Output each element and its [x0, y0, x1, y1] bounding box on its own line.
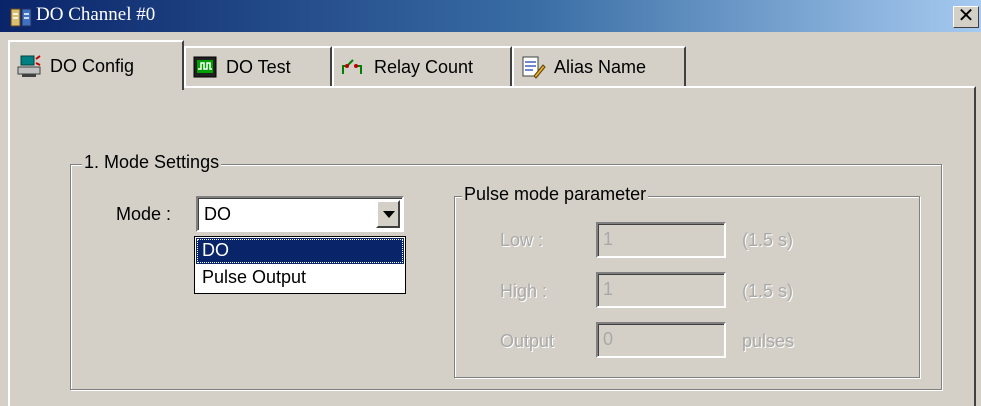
low-unit: (1.5 s)	[742, 230, 794, 250]
pulse-mode-legend: Pulse mode parameter	[462, 184, 649, 205]
tab-panel: 1. Mode Settings Mode : Pulse mode param…	[8, 86, 976, 406]
tab-label: DO Test	[226, 56, 291, 77]
option-pulse-output[interactable]: Pulse Output	[196, 265, 404, 291]
oscilloscope-icon	[193, 56, 217, 78]
notepad-pencil-icon	[522, 56, 546, 79]
tab-label: Relay Count	[374, 56, 474, 77]
window-title: DO Channel #0	[36, 4, 156, 25]
tab-alias-name[interactable]: Alias Name	[512, 46, 686, 86]
tab-do-config[interactable]: DO Config	[8, 40, 184, 90]
output-label: Output	[500, 331, 555, 351]
mode-selected-value: DO	[204, 204, 231, 224]
title-bar[interactable]: DO Channel #0 ✕	[0, 0, 981, 32]
app-icon	[10, 8, 32, 27]
mode-settings-legend: 1. Mode Settings	[82, 152, 222, 173]
mode-label: Mode :	[116, 204, 172, 224]
high-label: High :	[500, 281, 548, 301]
high-unit: (1.5 s)	[742, 281, 794, 301]
output-unit: pulses	[742, 331, 795, 351]
tab-do-test[interactable]: DO Test	[184, 46, 332, 86]
high-input[interactable]: 1	[596, 272, 726, 308]
option-do[interactable]: DO	[196, 238, 404, 264]
relay-switch-icon	[342, 59, 362, 74]
network-config-icon	[17, 55, 41, 77]
mode-select[interactable]: DO	[196, 196, 404, 232]
low-value: 1	[603, 229, 614, 249]
high-value: 1	[603, 279, 614, 299]
close-icon: ✕	[957, 5, 975, 27]
chevron-down-icon[interactable]	[376, 200, 400, 228]
tab-label: Alias Name	[554, 56, 647, 77]
tab-relay-count[interactable]: Relay Count	[332, 46, 512, 86]
close-button[interactable]: ✕	[953, 6, 979, 28]
mode-dropdown-list: DO Pulse Output	[194, 236, 406, 294]
output-value: 0	[603, 329, 614, 349]
tab-label: DO Config	[50, 55, 135, 76]
output-input[interactable]: 0	[596, 322, 726, 358]
low-label: Low :	[500, 230, 544, 250]
low-input[interactable]: 1	[596, 222, 726, 258]
